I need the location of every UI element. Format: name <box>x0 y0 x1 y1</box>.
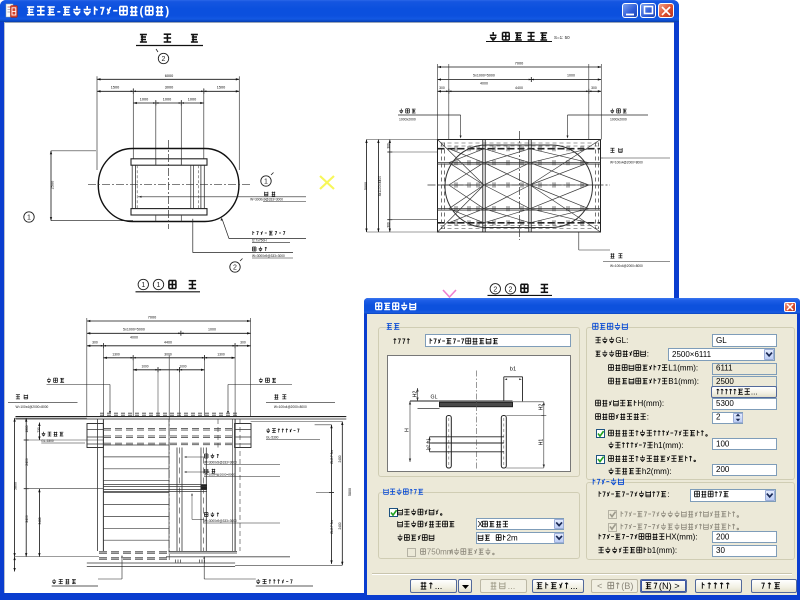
svg-text::: : <box>667 490 669 499</box>
svg-text:2: 2 <box>716 412 721 421</box>
svg-text:<: < <box>597 581 602 591</box>
svg-text:...: ... <box>751 387 758 396</box>
svg-text:5300: 5300 <box>716 399 734 408</box>
svg-text:B1(mm):: B1(mm): <box>668 377 699 386</box>
svg-text:(B): (B) <box>621 581 633 591</box>
svg-text:b1: b1 <box>510 367 516 373</box>
svg-text:HX(mm):: HX(mm): <box>666 532 698 541</box>
svg-text::: : <box>647 349 649 358</box>
svg-text:GL:: GL: <box>615 336 628 345</box>
svg-text:2500: 2500 <box>716 377 734 386</box>
svg-text:b1(mm):: b1(mm): <box>647 546 677 555</box>
svg-text:200: 200 <box>716 532 730 541</box>
svg-text:H2: H2 <box>539 404 545 411</box>
svg-text:L1(mm):: L1(mm): <box>668 363 698 372</box>
svg-text:200: 200 <box>716 465 730 474</box>
svg-text:GL: GL <box>716 336 727 345</box>
svg-text:GL: GL <box>431 395 438 401</box>
svg-text:h1(mm):: h1(mm): <box>654 441 684 450</box>
svg-text:...: ... <box>508 581 516 591</box>
svg-text:750mm: 750mm <box>427 547 454 556</box>
svg-text:30: 30 <box>716 546 725 555</box>
svg-text:6111: 6111 <box>716 363 733 372</box>
svg-text:H(mm):: H(mm): <box>638 399 665 408</box>
svg-text::: : <box>647 412 649 421</box>
svg-text:H1: H1 <box>539 439 545 446</box>
svg-text:...: ... <box>435 581 443 591</box>
svg-text:h2(mm):: h2(mm): <box>642 467 672 476</box>
svg-text:H2: H2 <box>413 391 419 398</box>
svg-text:2500×6111: 2500×6111 <box>672 350 712 359</box>
svg-text:100: 100 <box>716 439 730 448</box>
svg-text:...: ... <box>570 581 578 591</box>
svg-text:h2 h1: h2 h1 <box>426 438 431 450</box>
svg-text:H: H <box>405 428 411 432</box>
svg-text:(N) >: (N) > <box>659 581 680 591</box>
svg-text:2m: 2m <box>507 533 518 542</box>
